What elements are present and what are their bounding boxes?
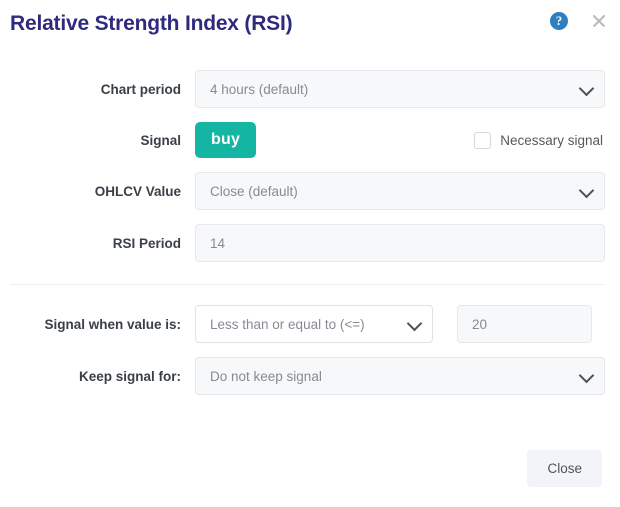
ohlcv-value-select[interactable]: Close (default) [195, 172, 605, 210]
label-signal-when-value: Signal when value is: [44, 316, 181, 332]
comparison-operator-select[interactable]: Less than or equal to (<=) [195, 305, 433, 343]
threshold-value: 20 [472, 316, 488, 332]
chevron-down-icon [578, 80, 595, 97]
close-button[interactable]: Close [527, 449, 602, 487]
rsi-period-input[interactable]: 14 [195, 224, 605, 262]
row-chart-period: Chart period 4 hours (default) [0, 70, 620, 108]
field-rsi-period: 14 [195, 224, 605, 262]
row-ohlcv-value: OHLCV Value Close (default) [0, 172, 620, 210]
chart-period-value: 4 hours (default) [210, 81, 309, 97]
field-ohlcv-value: Close (default) [195, 172, 605, 210]
dialog-footer: Close [0, 429, 620, 507]
chevron-down-icon [578, 182, 595, 199]
chevron-down-icon [406, 315, 423, 332]
help-circle-icon[interactable]: ? [550, 12, 568, 30]
row-signal: Signal buy Necessary signal [0, 122, 620, 158]
label-chart-period: Chart period [100, 81, 181, 97]
keep-signal-for-value: Do not keep signal [210, 368, 322, 384]
label-ohlcv-value: OHLCV Value [94, 183, 181, 199]
dialog-body: Chart period 4 hours (default) Signal bu… [0, 56, 620, 395]
keep-signal-for-select[interactable]: Do not keep signal [195, 357, 605, 395]
rsi-period-value: 14 [210, 235, 226, 251]
necessary-signal-label: Necessary signal [500, 132, 603, 148]
chevron-down-icon [578, 367, 595, 384]
page-title: Relative Strength Index (RSI) [10, 12, 293, 35]
rsi-settings-dialog: Relative Strength Index (RSI) ? Chart pe… [0, 0, 620, 487]
checkbox-box-icon[interactable] [474, 131, 492, 149]
field-signal-when-value: Less than or equal to (<=) 20 [195, 305, 605, 343]
label-signal: Signal [140, 132, 181, 148]
row-rsi-period: RSI Period 14 [0, 224, 620, 262]
label-keep-signal-for: Keep signal for: [78, 368, 181, 384]
field-chart-period: 4 hours (default) [195, 70, 605, 108]
close-icon[interactable] [590, 12, 608, 30]
threshold-input[interactable]: 20 [457, 305, 592, 343]
ohlcv-value-value: Close (default) [210, 183, 298, 199]
field-signal: buy Necessary signal [195, 122, 605, 158]
signal-buy-button[interactable]: buy [195, 122, 257, 158]
label-rsi-period: RSI Period [112, 235, 181, 251]
row-signal-when-value: Signal when value is: Less than or equal… [0, 305, 620, 343]
comparison-operator-value: Less than or equal to (<=) [210, 316, 365, 332]
field-keep-signal-for: Do not keep signal [195, 357, 605, 395]
chart-period-select[interactable]: 4 hours (default) [195, 70, 605, 108]
section-divider [10, 284, 605, 285]
necessary-signal-checkbox[interactable]: Necessary signal [474, 131, 605, 149]
row-keep-signal-for: Keep signal for: Do not keep signal [0, 357, 620, 395]
dialog-header: Relative Strength Index (RSI) ? [0, 0, 620, 56]
header-actions: ? [550, 12, 608, 30]
